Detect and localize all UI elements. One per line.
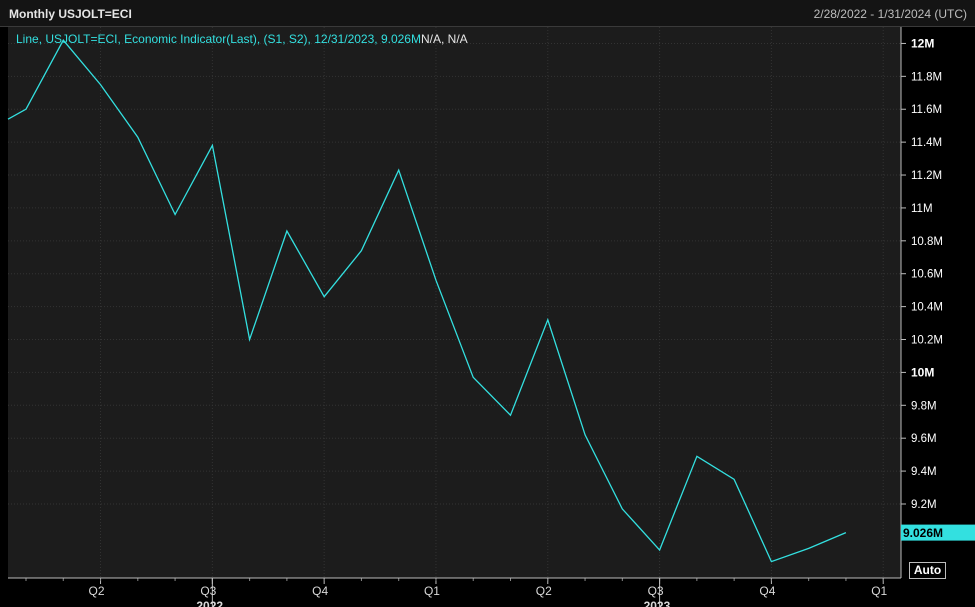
x-tick-label: Q3	[200, 584, 216, 598]
y-tick-label: 11.6M	[911, 104, 942, 116]
x-year-label: 2022	[196, 599, 223, 607]
x-tick-label: Q2	[536, 584, 552, 598]
chart-legend[interactable]: Line, USJOLT=ECI, Economic Indicator(Las…	[16, 32, 468, 46]
y-tick-label: 9.2M	[911, 499, 937, 511]
y-tick-label: 10.2M	[911, 335, 943, 347]
x-tick-label: Q4	[312, 584, 328, 598]
x-tick-label: Q3	[648, 584, 664, 598]
y-tick-label: 9.4M	[911, 466, 937, 478]
y-tick-label: 11.8M	[911, 71, 942, 83]
y-tick-label: 9.6M	[911, 433, 937, 445]
y-tick-label: 11.4M	[911, 137, 942, 149]
x-year-label: 2023	[644, 599, 671, 607]
x-tick-label: Q1	[424, 584, 440, 598]
y-tick-label: 12M	[911, 36, 934, 50]
series-line-0[interactable]	[7, 39, 847, 563]
x-tick-label: Q4	[759, 584, 775, 598]
last-value-label: 9.026M	[903, 526, 943, 540]
legend-na-text: N/A, N/A	[420, 32, 468, 46]
y-tick-label: 11M	[911, 203, 933, 215]
line-chart[interactable]: 9.2M 9.4M 9.6M 9.8M 10M 10.2M 10.4M 10.6M 10.8M 1…	[0, 0, 975, 607]
y-tick-label: 10M	[911, 365, 934, 379]
x-tick-label: Q2	[89, 584, 105, 598]
grid-lines	[8, 27, 901, 578]
y-tick-label: 9.8M	[911, 400, 937, 412]
y-tick-label: 10.8M	[911, 236, 943, 248]
y-tick-label: 11.2M	[911, 170, 942, 182]
y-tick-label: 10.4M	[911, 302, 943, 314]
auto-scale-button[interactable]: Auto	[909, 562, 946, 579]
x-tick-label: Q1	[871, 584, 887, 598]
axis-labels: 9.2M 9.4M 9.6M 9.8M 10M 10.2M 10.4M 10.6M 10.8M 1…	[89, 36, 975, 607]
series-layer[interactable]	[7, 39, 847, 563]
y-tick-label: 10.6M	[911, 269, 943, 281]
legend-series-text: Line, USJOLT=ECI, Economic Indicator(Las…	[16, 32, 421, 46]
